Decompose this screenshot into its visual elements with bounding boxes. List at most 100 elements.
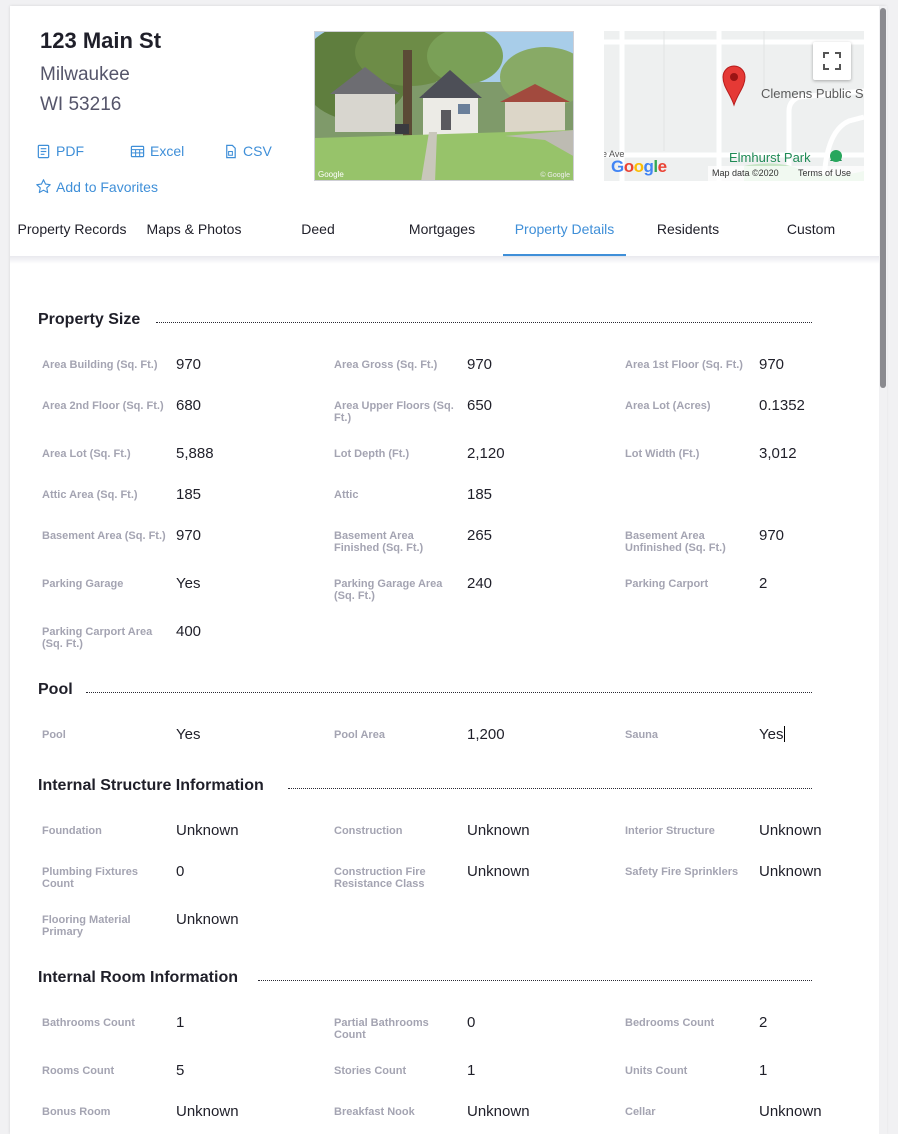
- field-label: Plumbing Fixtures Count: [42, 866, 138, 890]
- field-value: 0.1352: [759, 397, 805, 414]
- field-value: 3,012: [759, 445, 797, 462]
- csv-file-icon: [226, 144, 236, 158]
- field-label: Partial Bathrooms Count: [334, 1017, 429, 1041]
- field-value: 240: [467, 575, 493, 592]
- field-label: Rooms Count: [42, 1065, 115, 1077]
- export-csv-label: CSV: [243, 143, 272, 159]
- tab-maps-photos[interactable]: Maps & Photos: [134, 211, 254, 257]
- field-value: 5,888: [176, 445, 214, 462]
- map-park-label: Elmhurst Park: [729, 150, 811, 165]
- export-excel-button[interactable]: Excel: [130, 143, 184, 159]
- tab-custom[interactable]: Custom: [750, 211, 872, 257]
- google-logo: Google: [611, 157, 667, 176]
- field-value: 2,120: [467, 445, 505, 462]
- field-label: Area 2nd Floor (Sq. Ft.): [42, 400, 164, 412]
- location-map[interactable]: Clemens Public S Elmhurst Park e Ave Goo…: [604, 31, 864, 181]
- tab-property-details[interactable]: Property Details: [503, 211, 626, 257]
- street-view-photo[interactable]: Google © Google: [314, 31, 574, 181]
- field-label: Bedrooms Count: [625, 1017, 715, 1029]
- field-label: Construction Fire Resistance Class: [334, 866, 426, 890]
- field-label: Parking Carport: [625, 578, 709, 590]
- field-value: 185: [176, 486, 202, 503]
- field-value: Yes: [176, 726, 201, 743]
- map-fullscreen-button[interactable]: [813, 42, 851, 80]
- field-label: Pool Area: [334, 729, 385, 741]
- section-divider: [86, 692, 812, 693]
- field-value: 400: [176, 623, 202, 640]
- field-label: Area Lot (Sq. Ft.): [42, 448, 131, 460]
- section-tabs: Property Records Maps & Photos Deed Mort…: [10, 211, 886, 257]
- star-icon: [36, 179, 51, 194]
- field-value: 1: [176, 1014, 185, 1031]
- map-pin-icon: [722, 65, 746, 107]
- field-label: Parking Garage: [42, 578, 124, 590]
- property-header: 123 Main St Milwaukee WI 53216 PDF Excel…: [10, 6, 886, 258]
- field-value: 0: [176, 863, 185, 880]
- field-value: 5: [176, 1062, 185, 1079]
- tab-mortgages[interactable]: Mortgages: [381, 211, 503, 257]
- field-value: 185: [467, 486, 493, 503]
- pdf-file-icon: [37, 144, 50, 158]
- field-value: Yes: [176, 575, 201, 592]
- section-title-pool: Pool: [38, 681, 85, 699]
- export-csv-button[interactable]: CSV: [223, 143, 272, 159]
- field-label: Area Upper Floors (Sq. Ft.): [334, 400, 454, 424]
- section-title-internal-structure: Internal Structure Information: [38, 777, 276, 795]
- field-value: 2: [759, 1014, 768, 1031]
- field-label: Parking Carport Area (Sq. Ft.): [42, 626, 153, 650]
- tab-residents[interactable]: Residents: [627, 211, 749, 257]
- field-label: Stories Count: [334, 1065, 407, 1077]
- field-label: Parking Garage Area (Sq. Ft.): [334, 578, 443, 602]
- field-label: Units Count: [625, 1065, 688, 1077]
- field-label: Sauna: [625, 729, 659, 741]
- section-divider: [156, 322, 812, 323]
- field-value: 970: [759, 356, 785, 373]
- field-label: Interior Structure: [625, 825, 715, 837]
- field-value: Unknown: [467, 863, 530, 880]
- add-to-favorites-button[interactable]: Add to Favorites: [35, 178, 158, 195]
- field-value: Unknown: [759, 1103, 822, 1120]
- street-view-image: [315, 32, 573, 180]
- export-pdf-button[interactable]: PDF: [36, 143, 84, 159]
- property-city: Milwaukee: [40, 64, 130, 85]
- photo-brand: Google: [318, 170, 344, 179]
- field-label: Foundation: [42, 825, 102, 837]
- photo-corner-text: © Google: [540, 172, 570, 179]
- section-title-property-size: Property Size: [38, 311, 153, 329]
- field-value: 1: [467, 1062, 476, 1079]
- tab-deed[interactable]: Deed: [257, 211, 379, 257]
- property-card: 123 Main St Milwaukee WI 53216 PDF Excel…: [10, 6, 886, 1134]
- property-street: 123 Main St: [40, 28, 162, 53]
- field-label: Construction: [334, 825, 403, 837]
- field-label: Attic: [334, 489, 359, 501]
- field-value: 680: [176, 397, 202, 414]
- field-value: 970: [467, 356, 493, 373]
- add-to-favorites-label: Add to Favorites: [56, 178, 158, 195]
- field-value: 1,200: [467, 726, 505, 743]
- field-label: Area Lot (Acres): [625, 400, 711, 412]
- field-value: 0: [467, 1014, 476, 1031]
- export-pdf-label: PDF: [56, 143, 84, 159]
- map-place-label: Clemens Public S: [761, 86, 864, 101]
- export-excel-label: Excel: [150, 143, 185, 159]
- map-attribution: Map data ©2020: [712, 168, 779, 178]
- field-value: Unknown: [759, 822, 822, 839]
- field-label: Area Building (Sq. Ft.): [42, 359, 158, 371]
- field-value: 970: [176, 527, 202, 544]
- field-label: Basement Area (Sq. Ft.): [42, 530, 166, 542]
- property-state-zip: WI 53216: [40, 94, 122, 115]
- tab-property-records[interactable]: Property Records: [12, 211, 132, 257]
- scrollbar-thumb[interactable]: [880, 8, 886, 388]
- map-terms-link[interactable]: Terms of Use: [798, 168, 851, 178]
- field-value: Unknown: [467, 1103, 530, 1120]
- field-label: Cellar: [625, 1106, 656, 1118]
- field-label: Bathrooms Count: [42, 1017, 135, 1029]
- field-value: 1: [759, 1062, 768, 1079]
- section-title-internal-room: Internal Room Information: [38, 969, 250, 987]
- section-divider: [258, 980, 812, 981]
- field-label: Bonus Room: [42, 1106, 111, 1118]
- header-shadow: [10, 256, 886, 264]
- field-label: Lot Width (Ft.): [625, 448, 700, 460]
- field-label: Lot Depth (Ft.): [334, 448, 410, 460]
- field-label: Basement Area Unfinished (Sq. Ft.): [625, 530, 726, 554]
